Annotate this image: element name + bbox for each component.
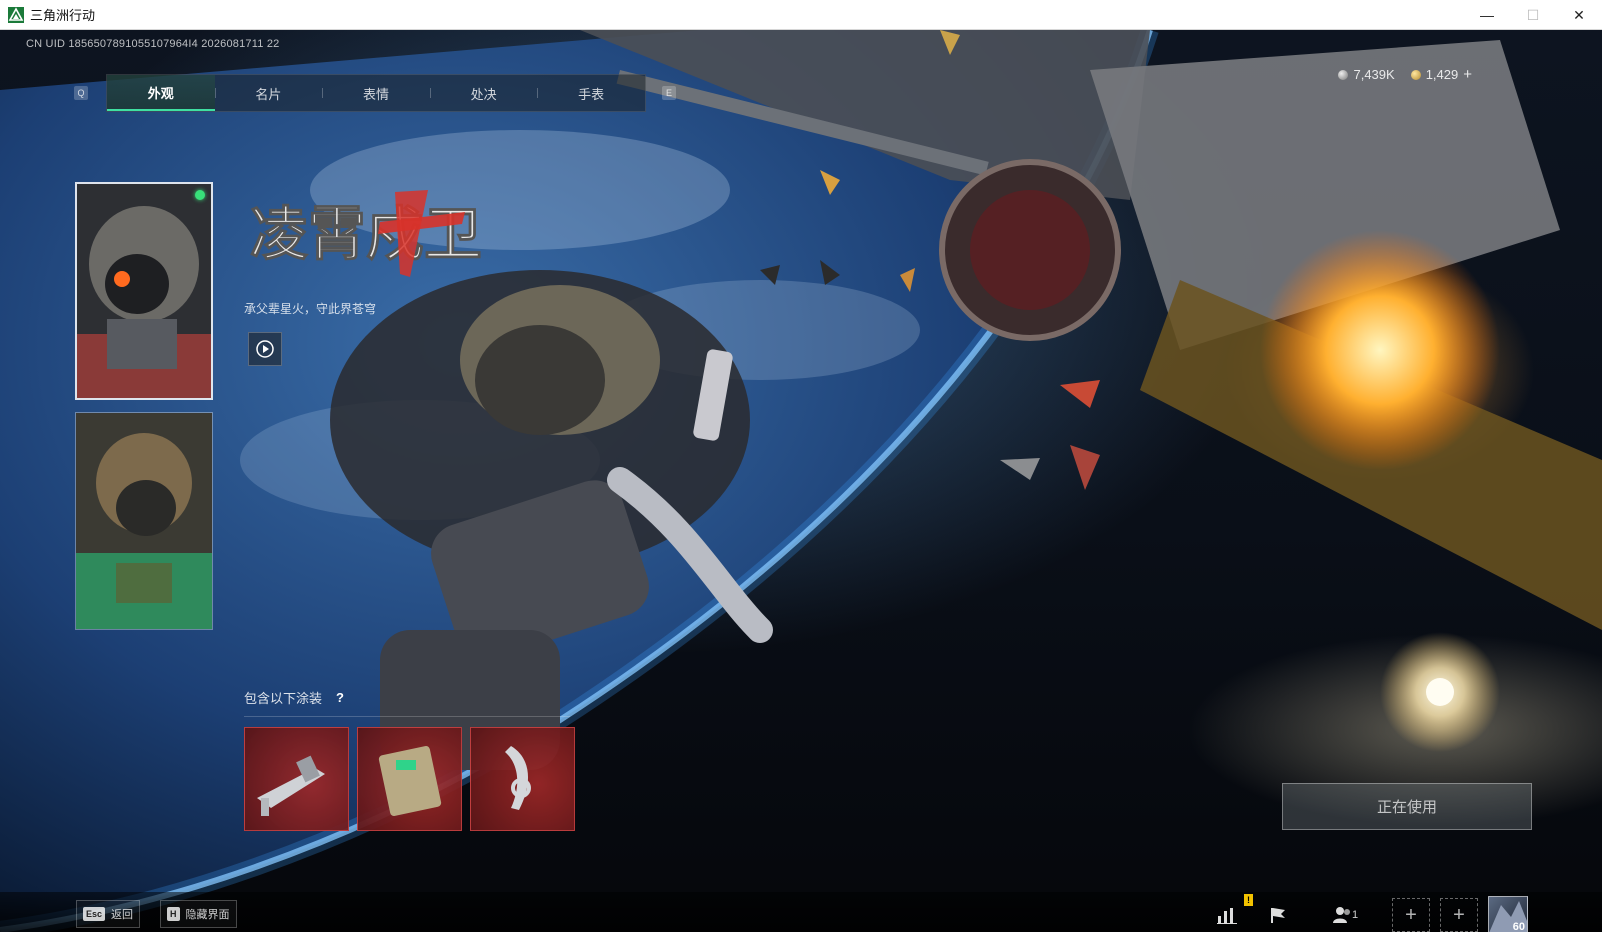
- window-title: 三角洲行动: [30, 8, 96, 23]
- paint-item-knife[interactable]: [470, 727, 575, 831]
- device-icon: [378, 746, 442, 816]
- tab-emote[interactable]: 表情: [322, 75, 430, 111]
- paint-item-device[interactable]: [357, 727, 462, 831]
- skin-title-logo: 凌霄戍卫: [250, 190, 483, 277]
- explosion-flare: [1260, 230, 1500, 470]
- party-count: 1: [1351, 909, 1359, 921]
- portrait-armored-helmet: [77, 184, 211, 398]
- silver-currency: 7,439K: [1338, 67, 1395, 82]
- included-paints-label: 包含以下涂装 ?: [244, 688, 348, 707]
- tab-next-key-hint[interactable]: E: [662, 86, 676, 100]
- h-key-hint: H: [167, 907, 180, 921]
- window-titlebar: 三角洲行动 — ☐ ✕: [0, 0, 1602, 30]
- player-level: 60: [1512, 921, 1525, 932]
- bottom-bar: Esc 返回 H 隐藏界面 ! 1 + + 60: [0, 892, 1602, 932]
- in-use-button[interactable]: 正在使用: [1282, 783, 1532, 830]
- portrait-desert-soldier: [76, 413, 212, 629]
- app-logo-icon: [8, 6, 24, 23]
- gold-amount: 1,429: [1425, 67, 1459, 82]
- esc-key-hint: Esc: [83, 907, 106, 921]
- flag-icon: [1271, 908, 1285, 923]
- bar-chart-icon: [1217, 908, 1237, 924]
- operator-portrait[interactable]: [75, 412, 213, 630]
- skin-slogan: 承父辈星火，守此界苍穹: [244, 302, 377, 316]
- currency-display: 7,439K 1,429 +: [1338, 66, 1472, 83]
- close-button[interactable]: ✕: [1556, 0, 1602, 30]
- player-uid: CN UID 1856507891055107964I4 2026081711 …: [26, 38, 280, 50]
- tab-watch[interactable]: 手表: [537, 75, 645, 111]
- gold-coin-icon: [1410, 69, 1421, 80]
- silver-coin-icon: [1338, 69, 1349, 80]
- hide-ui-label: 隐藏界面: [185, 909, 230, 921]
- mission-button[interactable]: [1262, 900, 1296, 930]
- back-label: 返回: [111, 909, 134, 921]
- tab-execution[interactable]: 处决: [429, 75, 538, 111]
- player-avatar[interactable]: 60: [1488, 896, 1528, 932]
- online-indicator-icon: [195, 190, 205, 200]
- silver-amount: 7,439K: [1353, 67, 1395, 82]
- included-paints-text: 包含以下涂装: [244, 691, 323, 706]
- play-icon: [256, 340, 274, 358]
- hide-ui-button[interactable]: H 隐藏界面: [160, 900, 237, 928]
- game-scene: CN UID 1856507891055107964I4 2026081711 …: [0, 30, 1602, 932]
- tab-prev-key-hint[interactable]: Q: [74, 86, 88, 100]
- people-icon: [1332, 907, 1350, 923]
- notification-badge: !: [1244, 894, 1253, 906]
- help-icon[interactable]: ?: [332, 690, 348, 706]
- tab-name-card[interactable]: 名片: [214, 75, 323, 111]
- operator-portrait-selected[interactable]: [75, 182, 213, 400]
- maximize-button[interactable]: ☐: [1510, 0, 1556, 30]
- tab-appearance[interactable]: 外观: [107, 75, 215, 111]
- divider: [244, 716, 570, 717]
- window-controls: — ☐ ✕: [1464, 0, 1602, 30]
- add-currency-button[interactable]: +: [1463, 66, 1472, 83]
- stats-button[interactable]: [1210, 900, 1244, 930]
- back-button[interactable]: Esc 返回: [76, 900, 141, 928]
- minimize-button[interactable]: —: [1464, 0, 1510, 30]
- paint-item-rifle[interactable]: [244, 727, 349, 831]
- svg-text:凌霄戍卫: 凌霄戍卫: [250, 200, 482, 268]
- invite-slot-1[interactable]: +: [1392, 898, 1430, 932]
- gold-currency: 1,429 +: [1410, 66, 1472, 83]
- knife-icon: [505, 746, 531, 810]
- astronaut-soldier: [330, 270, 773, 770]
- play-video-button[interactable]: [248, 332, 282, 366]
- invite-slot-2[interactable]: +: [1440, 898, 1478, 932]
- party-button[interactable]: 1: [1322, 900, 1368, 930]
- category-tab-bar: 外观 名片 表情 处决 手表: [106, 74, 646, 112]
- rifle-icon: [257, 755, 325, 816]
